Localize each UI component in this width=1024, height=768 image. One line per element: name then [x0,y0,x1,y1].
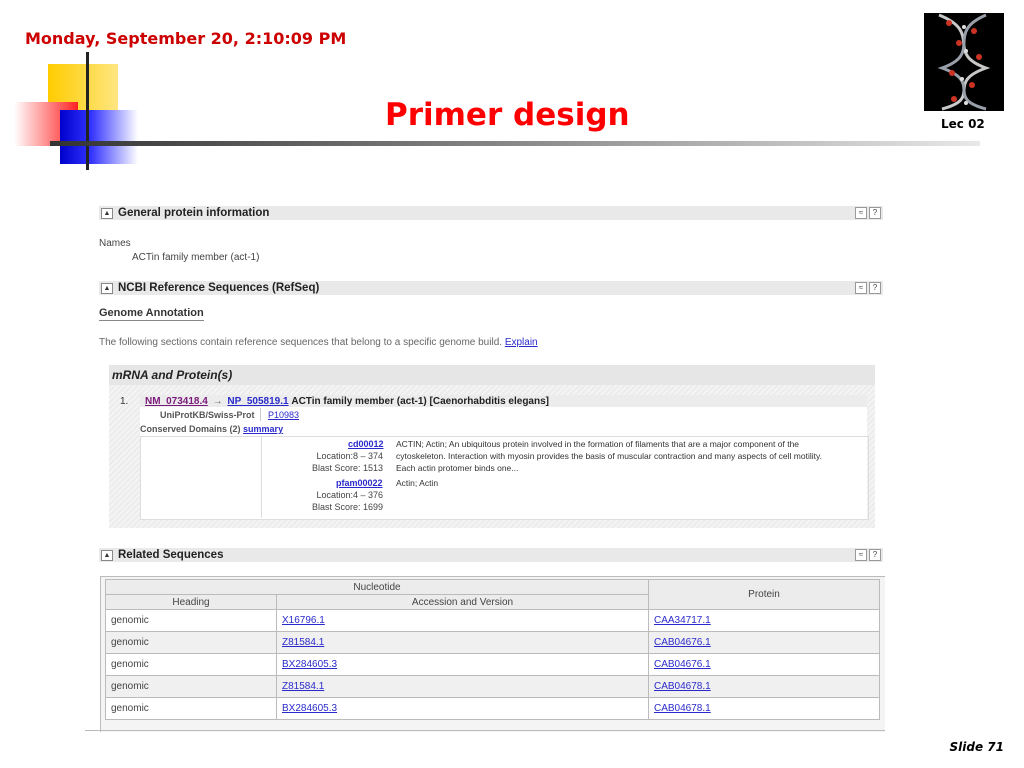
np-accession-link[interactable]: NP_505819.1 [227,396,288,407]
table-row: genomic Z81584.1 CAB04676.1 [105,631,880,654]
mrna-panel-header: mRNA and Protein(s) [109,365,875,385]
col-heading: Heading [105,594,277,610]
explain-link[interactable]: Explain [505,337,538,348]
screenshot-border [85,730,885,731]
domain-desc-line: cytoskeleton. Interaction with myosin pr… [396,451,822,461]
col-protein: Protein [648,579,880,610]
record-header: NM_073418.4 → NP_505819.1 ACTin family m… [145,396,549,407]
help-icon[interactable]: ? [869,282,881,294]
uniprot-label: UniProtKB/Swiss-Prot [160,410,255,420]
domain-location: Location:8 – 374 [316,451,383,461]
related-sequences-table-wrap: Nucleotide Protein Heading Accession and… [100,576,885,732]
protein-link[interactable]: CAB04676.1 [654,637,711,648]
names-label: Names [99,238,131,249]
col-accession: Accession and Version [276,594,649,610]
accession-link[interactable]: X16796.1 [282,615,325,626]
domain-location: Location:4 – 376 [316,490,383,500]
col-group-nucleotide: Nucleotide [105,579,649,595]
accession-link[interactable]: Z81584.1 [282,681,324,692]
record-description: ACTin family member (act-1) [Caenorhabdi… [291,396,549,407]
refseq-intro: The following sections contain reference… [99,337,538,348]
arrow-icon: → [212,396,223,407]
mrna-record: NM_073418.4 → NP_505819.1 ACTin family m… [140,395,869,520]
lecture-label: Lec 02 [941,117,985,131]
cell-heading: genomic [105,609,277,632]
names-value: ACTin family member (act-1) [132,252,260,263]
related-sequences-table: Nucleotide Protein Heading Accession and… [105,579,880,720]
uniprot-link[interactable]: P10983 [268,410,299,420]
collapse-icon[interactable]: ▲ [101,283,113,294]
conserved-domains: Conserved Domains (2) summary [140,424,283,434]
slide-number: Slide 71 [949,740,1004,754]
mrna-panel-title: mRNA and Protein(s) [112,368,233,382]
domain-link[interactable]: pfam00022 [336,478,383,488]
section-header-refseq: ▲ NCBI Reference Sequences (RefSeq) ≈? [99,281,883,295]
deco-blue-square [60,110,138,164]
section-title: Related Sequences [118,549,224,561]
cell-heading: genomic [105,697,277,720]
collapse-icon[interactable]: ▲ [101,550,113,561]
table-row: genomic X16796.1 CAA34717.1 [105,609,880,632]
dna-helix-image [924,13,1004,111]
domain-score: Blast Score: 1513 [311,463,383,473]
ncbi-gene-screenshot: ▲ General protein information ≈? Names A… [85,200,885,732]
accession-link[interactable]: Z81584.1 [282,637,324,648]
domain-link[interactable]: cd00012 [348,439,384,449]
deco-vertical-line [86,52,89,170]
help-icon[interactable]: ? [869,207,881,219]
genome-annotation-heading: Genome Annotation [99,307,204,321]
protein-link[interactable]: CAB04678.1 [654,681,711,692]
protein-link[interactable]: CAA34717.1 [654,615,711,626]
section-header-general: ▲ General protein information ≈? [99,206,883,220]
accession-link[interactable]: BX284605.3 [282,703,337,714]
title-underline [50,141,980,146]
domain-desc-line: Each actin protomer binds one... [396,463,519,473]
summary-link[interactable]: summary [243,424,283,434]
protein-link[interactable]: CAB04678.1 [654,703,711,714]
scroll-top-icon[interactable]: ≈ [855,282,867,294]
nm-accession-link[interactable]: NM_073418.4 [145,396,208,407]
accession-link[interactable]: BX284605.3 [282,659,337,670]
domain-desc-line: Actin; Actin [396,478,439,488]
conserved-label: Conserved Domains (2) [140,424,241,434]
slide-title: Primer design [385,97,630,133]
section-title: General protein information [118,207,270,219]
scroll-top-icon[interactable]: ≈ [855,549,867,561]
scroll-top-icon[interactable]: ≈ [855,207,867,219]
section-header-related: ▲ Related Sequences ≈? [99,548,883,562]
protein-link[interactable]: CAB04676.1 [654,659,711,670]
table-row: genomic Z81584.1 CAB04678.1 [105,675,880,698]
help-icon[interactable]: ? [869,549,881,561]
refseq-intro-text: The following sections contain reference… [99,337,503,348]
slide-date: Monday, September 20, 2:10:09 PM [25,29,347,48]
section-title: NCBI Reference Sequences (RefSeq) [118,282,320,294]
table-row: genomic BX284605.3 CAB04678.1 [105,697,880,720]
cell-heading: genomic [105,631,277,654]
collapse-icon[interactable]: ▲ [101,208,113,219]
cell-heading: genomic [105,653,277,676]
domain-desc-line: ACTIN; Actin; An ubiquitous protein invo… [396,439,800,449]
table-row: genomic BX284605.3 CAB04676.1 [105,653,880,676]
cell-heading: genomic [105,675,277,698]
item-number: 1. [120,396,129,407]
domain-score: Blast Score: 1699 [311,502,383,512]
mrna-protein-panel: mRNA and Protein(s) 1. NM_073418.4 → NP_… [109,365,875,528]
